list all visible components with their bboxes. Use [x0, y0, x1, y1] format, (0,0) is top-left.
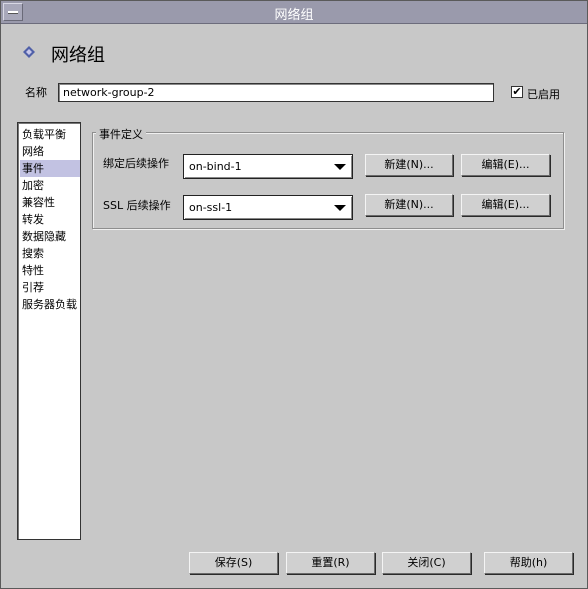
network-group-window: 网络组 网络组 名称 ✔ 已启用 负载平衡 网络 事件 加密 兼容性 转发 数据…: [0, 0, 588, 589]
bind-new-button[interactable]: 新建(N)...: [365, 154, 453, 176]
name-input[interactable]: [58, 83, 494, 102]
reset-button[interactable]: 重置(R): [286, 552, 375, 574]
chevron-down-icon: [334, 205, 346, 211]
ssl-postop-select[interactable]: on-ssl-1: [183, 195, 353, 220]
bind-postop-label: 绑定后续操作: [103, 157, 169, 170]
window-title: 网络组: [274, 8, 314, 23]
nav-item-events[interactable]: 事件: [20, 160, 80, 177]
help-button[interactable]: 帮助(h): [484, 552, 573, 574]
name-label: 名称: [25, 86, 47, 99]
close-button[interactable]: 关闭(C): [382, 552, 471, 574]
nav-item-compatibility[interactable]: 兼容性: [20, 194, 80, 211]
enabled-label: 已启用: [527, 88, 560, 101]
nav-item-forwarding[interactable]: 转发: [20, 211, 80, 228]
category-list[interactable]: 负载平衡 网络 事件 加密 兼容性 转发 数据隐藏 搜索 特性 引荐 服务器负载: [17, 122, 81, 540]
nav-item-referrals[interactable]: 引荐: [20, 279, 80, 296]
ssl-edit-button[interactable]: 编辑(E)...: [461, 194, 550, 216]
chevron-down-icon: [334, 164, 346, 170]
title-bar[interactable]: 网络组: [1, 1, 587, 24]
bind-edit-button[interactable]: 编辑(E)...: [461, 154, 550, 176]
nav-item-server-load[interactable]: 服务器负载: [20, 296, 80, 313]
diamond-icon: [23, 46, 35, 58]
nav-item-data-hiding[interactable]: 数据隐藏: [20, 228, 80, 245]
nav-item-load-balancing[interactable]: 负载平衡: [20, 126, 80, 143]
nav-item-properties[interactable]: 特性: [20, 262, 80, 279]
nav-item-network[interactable]: 网络: [20, 143, 80, 160]
ssl-new-button[interactable]: 新建(N)...: [365, 194, 453, 216]
event-definition-title: 事件定义: [96, 126, 146, 142]
nav-item-search[interactable]: 搜索: [20, 245, 80, 262]
ssl-postop-label: SSL 后续操作: [103, 199, 171, 212]
bind-postop-value: on-bind-1: [189, 160, 242, 173]
enabled-checkbox[interactable]: ✔: [511, 86, 523, 98]
page-title: 网络组: [51, 45, 105, 66]
save-button[interactable]: 保存(S): [189, 552, 278, 574]
bind-postop-select[interactable]: on-bind-1: [183, 154, 353, 179]
nav-item-encryption[interactable]: 加密: [20, 177, 80, 194]
ssl-postop-value: on-ssl-1: [189, 201, 233, 214]
